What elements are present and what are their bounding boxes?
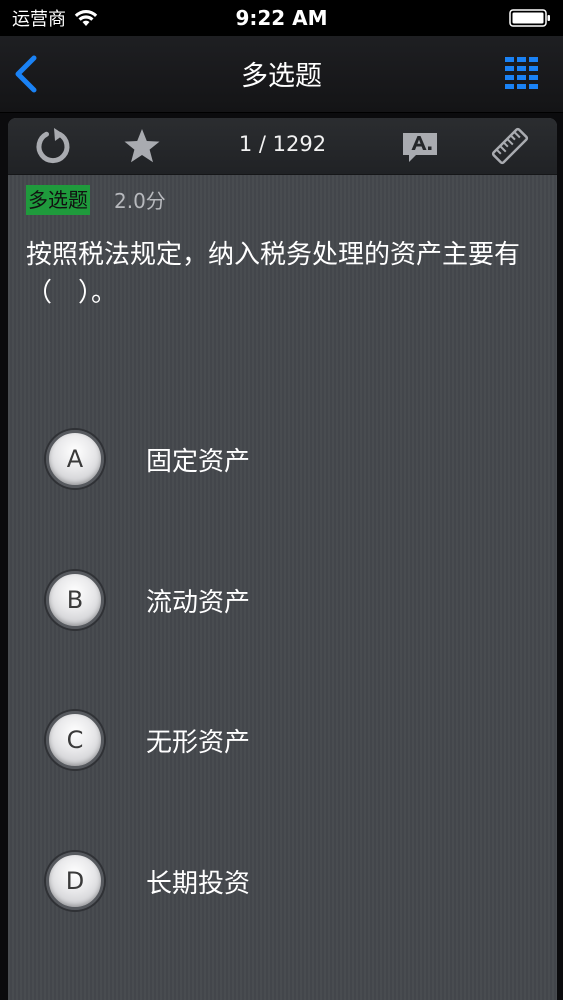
page-title: 多选题 bbox=[241, 61, 322, 92]
option-b[interactable]: B 流动资产 bbox=[46, 570, 526, 630]
question-type-badge: 多选题 bbox=[26, 185, 90, 215]
question-score: 2.0分 bbox=[114, 189, 166, 213]
option-a[interactable]: A 固定资产 bbox=[46, 429, 526, 489]
option-d-label: 长期投资 bbox=[146, 868, 251, 899]
wifi-icon bbox=[74, 10, 98, 26]
option-b-radio[interactable]: B bbox=[46, 571, 104, 629]
option-a-label: 固定资产 bbox=[146, 446, 251, 477]
option-b-label: 流动资产 bbox=[146, 587, 251, 618]
option-c-radio[interactable]: C bbox=[46, 711, 104, 769]
option-c-label: 无形资产 bbox=[146, 727, 251, 758]
battery-icon bbox=[509, 9, 550, 27]
option-d-radio[interactable]: D bbox=[46, 852, 104, 910]
carrier-label: 运营商 bbox=[12, 9, 66, 30]
show-answer-icon[interactable] bbox=[400, 126, 440, 166]
status-bar: 运营商 9:22 AM bbox=[0, 0, 563, 36]
question-text: 按照税法规定，纳入税务处理的资产主要有（ ）。 bbox=[26, 240, 521, 308]
ruler-icon[interactable] bbox=[490, 126, 530, 166]
option-d[interactable]: D 长期投资 bbox=[46, 851, 526, 911]
question-card: 1 / 1292 多选题 2.0分 按照税法规定，纳入税务处理的资产主要有（ ）… bbox=[8, 118, 557, 1000]
question-grid-button[interactable] bbox=[505, 56, 539, 90]
option-a-radio[interactable]: A bbox=[46, 430, 104, 488]
question-toolbar: 1 / 1292 bbox=[8, 118, 557, 175]
nav-bar: 多选题 bbox=[0, 36, 563, 113]
page-counter: 1 / 1292 bbox=[238, 132, 327, 156]
option-c[interactable]: C 无形资产 bbox=[46, 710, 526, 770]
